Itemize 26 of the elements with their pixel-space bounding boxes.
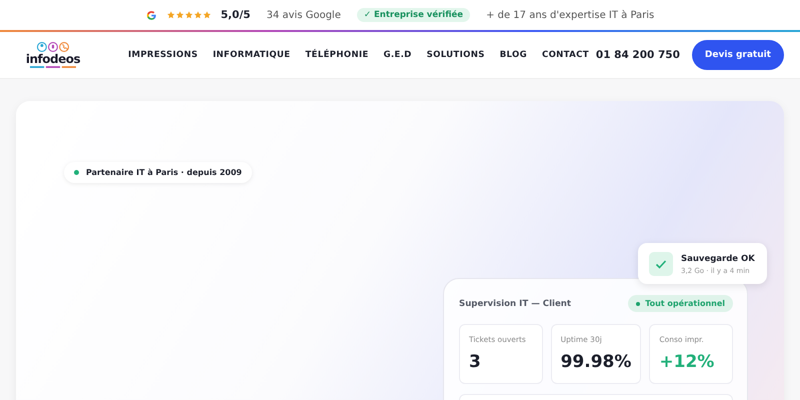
notification-title: Sauvegarde OK	[681, 254, 755, 264]
nav-link[interactable]: CONTACT	[542, 50, 589, 60]
quote-button[interactable]: Devis gratuit	[692, 40, 784, 70]
nav-link[interactable]: SOLUTIONS	[426, 50, 485, 60]
nav-link[interactable]: TÉLÉPHONIE	[305, 50, 368, 60]
logo-icon	[36, 41, 70, 53]
google-icon	[146, 10, 157, 20]
rating-score: 5,0/5	[220, 9, 250, 21]
partner-text: Partenaire IT à Paris · depuis 2009	[86, 168, 242, 177]
status-dot-icon	[74, 170, 79, 175]
logo-tagline-drawing	[30, 66, 76, 69]
nav-link[interactable]: G.E.D	[384, 50, 412, 60]
stat-value: 99.98%	[560, 352, 632, 372]
nav-link[interactable]: INFORMATIQUE	[212, 50, 290, 60]
logo-text: infodeos	[26, 53, 80, 66]
nav-link[interactable]: BLOG	[500, 50, 527, 60]
stat-value: +12%	[659, 352, 716, 372]
expertise-text: + de 17 ans d'expertise IT à Paris	[486, 10, 654, 20]
verified-badge: ✓ Entreprise vérifiée	[356, 8, 470, 22]
stat-value: 3	[469, 352, 482, 372]
check-icon	[649, 252, 673, 276]
nav-link[interactable]: IMPRESSIONS	[128, 50, 198, 60]
phone-link[interactable]: 01 84 200 750	[596, 49, 680, 61]
status-badge: Tout opérationnel	[628, 295, 733, 312]
reviews-count: 34 avis Google	[266, 10, 341, 20]
dashboard-title: Supervision IT — Client	[459, 298, 572, 308]
